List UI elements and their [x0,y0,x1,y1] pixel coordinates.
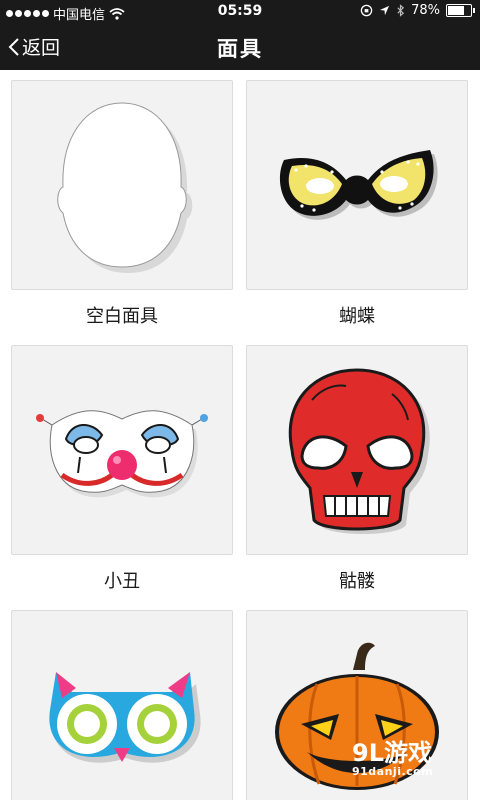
status-bar: 中国电信 05:59 78% [0,0,480,24]
mask-label: 空白面具 [86,306,158,327]
owl-mask-icon [49,672,201,763]
battery-icon [446,4,475,17]
mask-thumbnail [246,345,468,555]
mask-label: 骷髅 [339,571,375,592]
butterfly-mask-icon [279,150,438,220]
location-icon [380,5,390,16]
mask-label: 蝴蝶 [339,306,375,327]
mask-thumbnail [11,80,233,290]
clown-mask-icon [36,410,208,498]
mask-card-clown[interactable]: 小丑 [11,345,233,593]
page-title: 面具 [217,37,263,61]
mask-card-blank[interactable]: 空白面具 [11,80,233,328]
rotation-lock-icon [360,4,373,17]
mask-thumbnail [11,345,233,555]
watermark: 9L游戏 91danji.com [352,740,470,786]
skull-mask-icon [288,368,430,534]
mask-label: 小丑 [104,571,140,592]
status-right: 78% [360,3,475,18]
mask-card-owl[interactable] [11,610,233,800]
watermark-site: 91danji.com [352,765,434,778]
watermark-brand: 9L游戏 [352,739,432,767]
nav-bar: 返回 面具 [0,24,480,70]
mask-card-butterfly[interactable]: 蝴蝶 [246,80,468,328]
mask-thumbnail [11,610,233,800]
mask-grid: 空白面具 蝴蝶 小丑 骷髅 9L游戏 91danji.com [0,70,480,800]
blank-mask-icon [57,102,193,273]
bluetooth-icon [397,4,405,17]
mask-card-skull[interactable]: 骷髅 [246,345,468,593]
mask-thumbnail [246,80,468,290]
battery-percent: 78% [411,3,440,18]
